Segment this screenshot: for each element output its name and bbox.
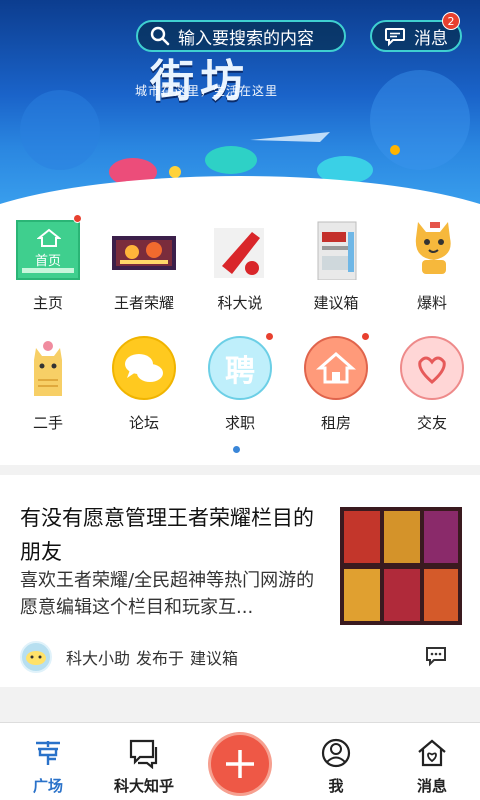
grid-item-forum[interactable]: 论坛 bbox=[96, 330, 192, 440]
grid-item-label: 求职 bbox=[224, 414, 255, 432]
grid-item-jobs[interactable]: 聘 求职 bbox=[192, 330, 288, 440]
cat-flower-icon bbox=[16, 336, 80, 400]
grid-item-friends[interactable]: 交友 bbox=[384, 330, 480, 440]
search-icon bbox=[150, 26, 170, 46]
cat-icon bbox=[400, 216, 464, 280]
tab-label: 广场 bbox=[32, 777, 63, 795]
comment-icon[interactable] bbox=[424, 644, 448, 668]
hire-glyph: 聘 bbox=[225, 354, 255, 389]
post-author[interactable]: 科大小助 bbox=[66, 649, 130, 668]
suggestion-box-icon bbox=[304, 216, 368, 281]
home-tile-text: 首页 bbox=[34, 254, 61, 269]
grid-item-label: 建议箱 bbox=[313, 294, 359, 312]
tab-keda-zhihu[interactable]: 科大知乎 bbox=[96, 723, 192, 800]
grid-item-label: 科大说 bbox=[217, 294, 263, 312]
plus-icon bbox=[226, 750, 254, 778]
grid-item-label: 租房 bbox=[320, 414, 351, 432]
notification-dot bbox=[361, 332, 370, 341]
chat-bubbles-icon bbox=[112, 336, 176, 400]
category-grid: 首页 主页 王者荣耀 科大说 建议箱 爆料 二手 论坛 聘 求职 租房 交友 bbox=[0, 210, 480, 465]
post-title: 有没有愿意管理王者荣耀栏目的朋友 bbox=[20, 506, 314, 564]
plaza-icon bbox=[36, 741, 60, 765]
banner-title: 街坊 bbox=[150, 56, 250, 107]
megaphone-icon bbox=[208, 216, 272, 280]
page-indicator-dot bbox=[233, 446, 240, 453]
post-card[interactable]: 有没有愿意管理王者荣耀栏目的朋友 喜欢王者荣耀/全民超神等热门网游的愿意编辑这个… bbox=[0, 475, 480, 687]
message-bubble-icon bbox=[385, 28, 405, 47]
post-meta-text: 科大小助 发布于 建议箱 bbox=[66, 645, 244, 669]
grid-item-scoop[interactable]: 爆料 bbox=[384, 210, 480, 320]
grid-item-honor-of-kings[interactable]: 王者荣耀 bbox=[96, 210, 192, 320]
grid-item-label: 爆料 bbox=[416, 294, 447, 312]
banner-subtitle: 城市在这里，生活在这里 bbox=[135, 84, 279, 98]
grid-item-rental[interactable]: 租房 bbox=[288, 330, 384, 440]
grid-item-label: 主页 bbox=[32, 294, 63, 312]
grid-item-label: 交友 bbox=[416, 414, 447, 432]
tab-label: 我 bbox=[328, 777, 344, 795]
friends-icon bbox=[400, 336, 464, 400]
search-bar[interactable]: 输入要搜索的内容 bbox=[136, 20, 346, 52]
grid-item-second-hand[interactable]: 二手 bbox=[0, 330, 96, 440]
home-icon: 首页 bbox=[16, 216, 80, 280]
notification-dot bbox=[73, 214, 82, 223]
post-thumbnail[interactable] bbox=[340, 507, 462, 625]
post-category[interactable]: 建议箱 bbox=[190, 649, 238, 668]
tab-label: 消息 bbox=[416, 777, 447, 795]
grid-item-label: 论坛 bbox=[128, 414, 159, 432]
grid-item-home[interactable]: 首页 主页 bbox=[0, 210, 96, 320]
user-icon bbox=[321, 738, 351, 768]
post-meta: 科大小助 发布于 建议箱 bbox=[20, 641, 244, 673]
grid-item-label: 二手 bbox=[32, 414, 63, 432]
game-icon bbox=[112, 216, 176, 280]
heart-house-icon bbox=[418, 739, 446, 767]
hire-icon: 聘 bbox=[208, 336, 272, 400]
tab-messages[interactable]: 消息 bbox=[384, 723, 480, 800]
grid-item-label: 王者荣耀 bbox=[113, 294, 174, 312]
grid-item-keda-says[interactable]: 科大说 bbox=[192, 210, 288, 320]
published-in-label: 发布于 bbox=[136, 649, 185, 668]
grid-item-suggestion-box[interactable]: 建议箱 bbox=[288, 210, 384, 320]
post-excerpt: 喜欢王者荣耀/全民超神等热门网游的愿意编辑这个栏目和玩家互... bbox=[20, 570, 315, 618]
search-placeholder: 输入要搜索的内容 bbox=[178, 28, 314, 49]
avatar[interactable] bbox=[20, 641, 52, 673]
messages-count-badge: 2 bbox=[442, 12, 460, 30]
tab-plaza[interactable]: 广场 bbox=[0, 723, 96, 800]
notification-dot bbox=[265, 332, 274, 341]
house-icon bbox=[304, 336, 368, 400]
add-post-button[interactable] bbox=[211, 735, 269, 793]
qa-icon bbox=[129, 739, 158, 769]
tab-me[interactable]: 我 bbox=[288, 723, 384, 800]
messages-label: 消息 bbox=[414, 28, 448, 49]
tab-label: 科大知乎 bbox=[113, 777, 174, 795]
